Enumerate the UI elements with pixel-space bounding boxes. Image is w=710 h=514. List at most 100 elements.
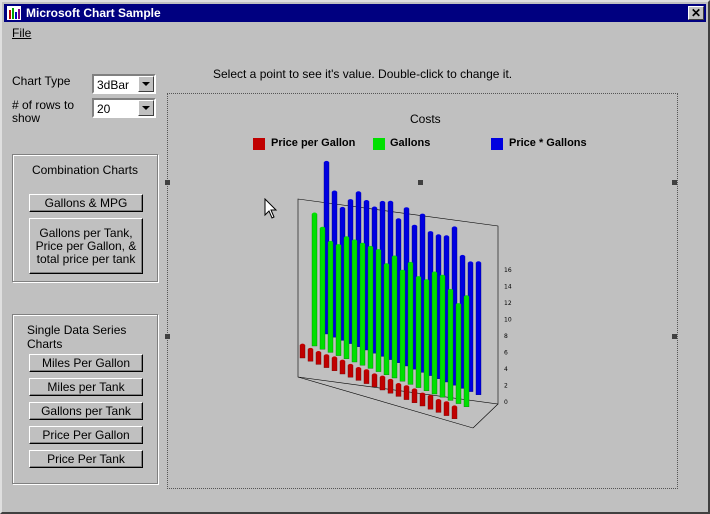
- bar-top-0-18: [444, 401, 449, 405]
- bar-0-3: [323, 355, 330, 368]
- chevron-down-icon[interactable]: [138, 76, 154, 92]
- bar-top-1-13: [416, 276, 421, 280]
- chevron-down-icon[interactable]: [138, 100, 154, 116]
- bar-top-2-4: [356, 191, 361, 195]
- bar-top-0-8: [364, 369, 369, 373]
- bar-top-0-14: [412, 388, 417, 392]
- bar-1-13: [415, 277, 422, 388]
- bar-top-1-18: [456, 303, 461, 307]
- bar-1-14: [423, 280, 430, 392]
- bar-top-1-17: [448, 288, 453, 292]
- bar-1-15: [431, 272, 438, 395]
- menu-file[interactable]: File: [12, 26, 31, 40]
- bar-top-1-16: [440, 274, 445, 278]
- bar-top-0-15: [420, 392, 425, 396]
- bar-0-19: [451, 406, 458, 420]
- bar-top-1-15: [432, 271, 437, 275]
- bar-0-7: [355, 368, 362, 381]
- rows-label: # of rows to show: [12, 98, 75, 125]
- bar-top-0-9: [372, 373, 377, 377]
- window-title: Microsoft Chart Sample: [26, 6, 161, 20]
- bar-top-0-12: [396, 383, 401, 387]
- bar-1-11: [399, 270, 406, 382]
- bar-top-1-5: [352, 239, 357, 243]
- gallons-price-total-button[interactable]: Gallons per Tank, Price per Gallon, & to…: [29, 218, 143, 274]
- bar-0-14: [411, 389, 418, 403]
- bar-top-2-17: [460, 254, 465, 258]
- menu-bar: File: [4, 24, 706, 42]
- bar-top-2-1: [332, 190, 337, 194]
- rows-select[interactable]: 20: [92, 98, 156, 118]
- single-series-title: Single Data Series Charts: [27, 323, 127, 351]
- bar-0-9: [371, 374, 378, 388]
- bar-top-2-3: [348, 199, 353, 203]
- bar-0-0: [299, 344, 306, 359]
- bar-1-19: [463, 296, 470, 408]
- bar-1-8: [375, 250, 382, 372]
- y-tick-label: 10: [504, 317, 512, 324]
- bar-chart-3d[interactable]: 0 2 4 6 8 10 12 14 16: [168, 94, 679, 490]
- bar-top-0-2: [316, 351, 321, 355]
- bar-top-0-3: [324, 354, 329, 358]
- gallons-per-tank-button[interactable]: Gallons per Tank: [29, 402, 143, 420]
- y-tick-label: 4: [504, 366, 508, 373]
- resize-handle[interactable]: [672, 334, 677, 339]
- gallons-mpg-button[interactable]: Gallons & MPG: [29, 194, 143, 212]
- miles-per-gallon-button[interactable]: Miles Per Gallon: [29, 354, 143, 372]
- bar-top-2-2: [340, 206, 345, 210]
- title-bar[interactable]: Microsoft Chart Sample ✕: [4, 4, 706, 22]
- bar-2-19: [475, 262, 482, 396]
- bar-1-4: [343, 237, 350, 360]
- bar-top-0-19: [452, 405, 457, 409]
- bar-top-2-7: [380, 200, 385, 204]
- resize-handle[interactable]: [418, 180, 423, 185]
- bar-top-1-14: [424, 279, 429, 283]
- bar-top-0-1: [308, 347, 313, 351]
- bar-top-2-13: [428, 231, 433, 235]
- bar-top-2-8: [388, 200, 393, 204]
- y-tick-label: 0: [504, 399, 508, 406]
- bar-1-2: [327, 242, 334, 353]
- bar-top-1-6: [360, 242, 365, 246]
- bar-top-2-6: [372, 206, 377, 210]
- bar-0-1: [307, 349, 314, 362]
- bar-top-0-7: [356, 367, 361, 371]
- y-tick-label: 6: [504, 350, 508, 357]
- bar-top-0-6: [348, 363, 353, 367]
- bar-top-1-19: [464, 295, 469, 299]
- bar-top-2-10: [404, 207, 409, 211]
- bar-top-1-0: [312, 212, 317, 216]
- bar-top-2-19: [476, 261, 481, 265]
- bar-top-2-11: [412, 224, 417, 228]
- bar-0-2: [315, 352, 322, 365]
- y-tick-label: 14: [504, 284, 512, 291]
- bar-top-2-18: [468, 261, 473, 265]
- bar-0-4: [331, 357, 338, 371]
- bar-1-12: [407, 263, 414, 385]
- bar-top-0-17: [436, 399, 441, 403]
- price-per-gallon-button[interactable]: Price Per Gallon: [29, 426, 143, 444]
- chart-area[interactable]: Costs Price per Gallon Gallons Price * G…: [165, 93, 679, 490]
- bar-0-11: [387, 380, 394, 394]
- miles-per-tank-button[interactable]: Miles per Tank: [29, 378, 143, 396]
- bar-top-1-1: [320, 226, 325, 230]
- chart-app-icon: [7, 6, 21, 20]
- resize-handle[interactable]: [165, 334, 170, 339]
- resize-handle[interactable]: [672, 180, 677, 185]
- bar-top-2-12: [420, 213, 425, 217]
- chart-type-select[interactable]: 3dBar: [92, 74, 156, 94]
- bar-0-17: [435, 400, 442, 413]
- chart-type-label: Chart Type: [12, 74, 71, 88]
- combination-charts-group: Combination Charts Gallons & MPG Gallons…: [12, 154, 158, 282]
- bar-0-12: [395, 384, 402, 397]
- rows-value: 20: [97, 102, 111, 116]
- bar-top-2-15: [444, 235, 449, 239]
- y-tick-label: 12: [504, 300, 512, 307]
- hint-text: Select a point to see it's value. Double…: [213, 67, 513, 81]
- bar-top-0-16: [428, 394, 433, 398]
- price-per-tank-button[interactable]: Price Per Tank: [29, 450, 143, 468]
- close-button[interactable]: ✕: [688, 6, 704, 20]
- bar-1-17: [447, 290, 454, 401]
- bar-top-1-10: [392, 255, 397, 259]
- resize-handle[interactable]: [165, 180, 170, 185]
